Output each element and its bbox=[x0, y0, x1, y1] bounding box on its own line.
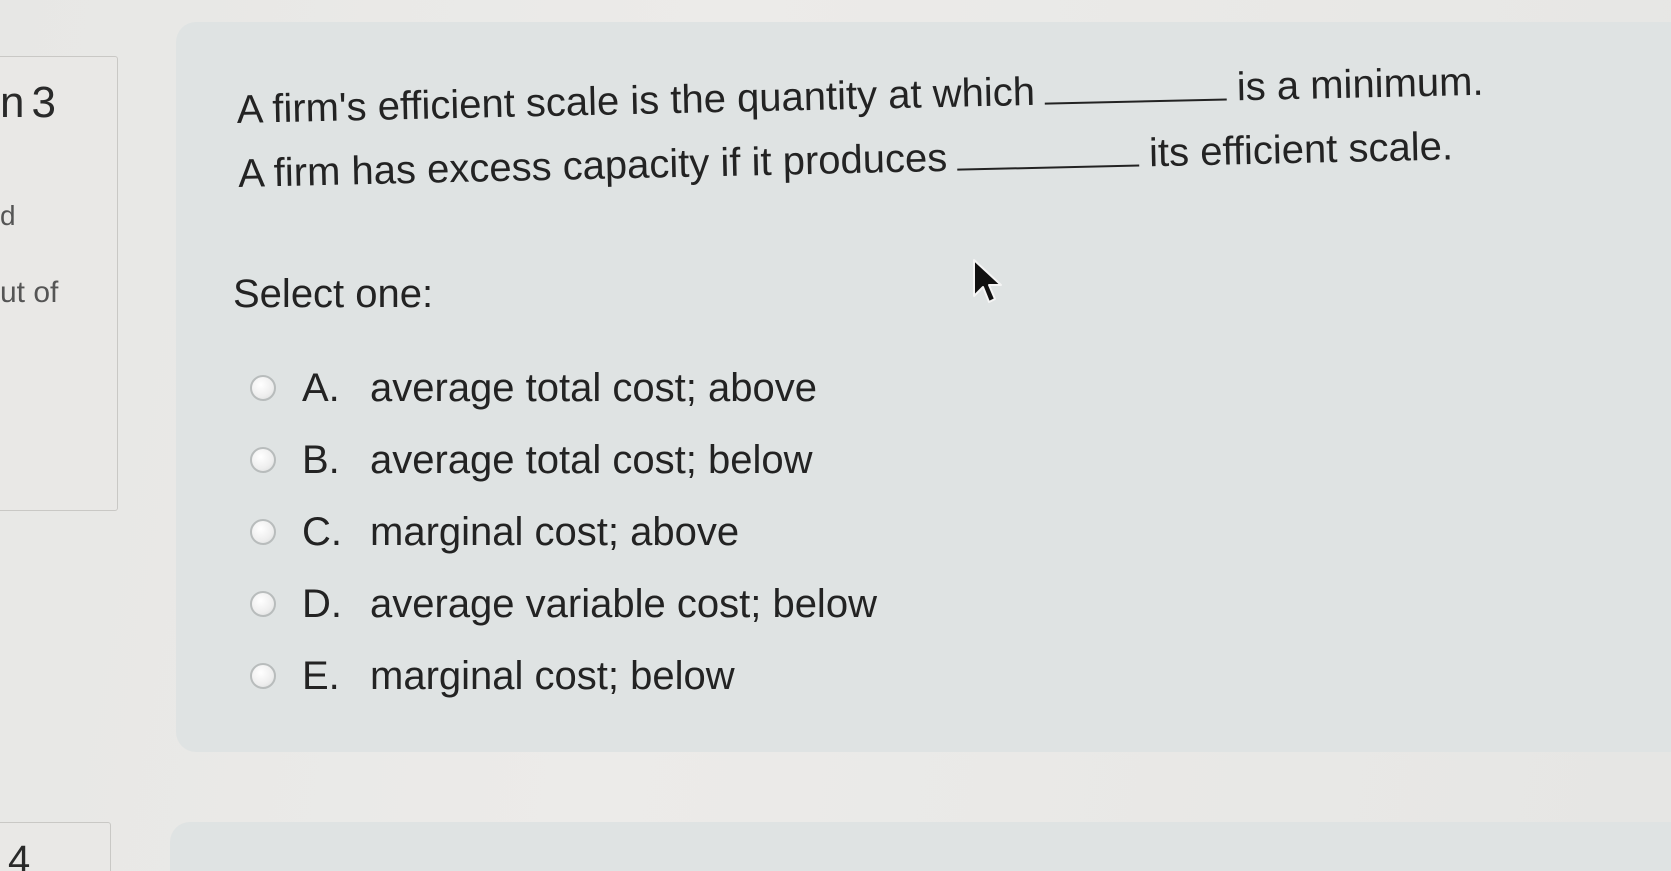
option-letter: C. bbox=[302, 509, 342, 554]
radio-button-c[interactable] bbox=[250, 519, 276, 545]
question-number-fragment: n bbox=[0, 78, 26, 127]
question-line-1-start: A firm's efficient scale is the quantity… bbox=[236, 69, 1036, 132]
mouse-pointer-icon bbox=[973, 259, 1002, 303]
question-line-2-end: its efficient scale. bbox=[1148, 124, 1454, 176]
radio-button-e[interactable] bbox=[250, 663, 276, 689]
option-text[interactable]: marginal cost; below bbox=[370, 654, 735, 699]
option-a[interactable]: A. average total cost; above bbox=[250, 352, 877, 424]
option-text[interactable]: average variable cost; below bbox=[370, 582, 877, 627]
option-e[interactable]: E. marginal cost; below bbox=[250, 640, 877, 712]
blank-1 bbox=[1044, 64, 1228, 105]
question-number: n3 bbox=[0, 78, 57, 128]
option-letter: E. bbox=[302, 653, 340, 698]
radio-button-b[interactable] bbox=[250, 447, 276, 473]
option-letter: D. bbox=[302, 581, 342, 626]
question-status-fragment: d bbox=[0, 200, 16, 231]
question-line-1-end: is a minimum. bbox=[1236, 59, 1484, 110]
option-text[interactable]: average total cost; above bbox=[370, 366, 817, 411]
option-letter: A. bbox=[302, 365, 340, 410]
radio-button-a[interactable] bbox=[250, 375, 276, 401]
next-question-number: 4 bbox=[8, 838, 31, 871]
question-line-2-start: A firm has excess capacity if it produce… bbox=[237, 135, 948, 196]
question-mark-fragment: ut of bbox=[0, 276, 59, 309]
question-number-value: 3 bbox=[31, 78, 57, 127]
select-one-prompt: Select one: bbox=[233, 272, 434, 316]
blank-2 bbox=[956, 130, 1140, 171]
answer-options: A. average total cost; above B. average … bbox=[250, 352, 877, 712]
next-question-content-panel bbox=[170, 822, 1671, 871]
option-b[interactable]: B. average total cost; below bbox=[250, 424, 877, 496]
quiz-page: n3 d ut of 4 A firm's efficient scale is… bbox=[0, 0, 1671, 871]
option-c[interactable]: C. marginal cost; above bbox=[250, 496, 877, 568]
option-text[interactable]: marginal cost; above bbox=[370, 510, 739, 555]
radio-button-d[interactable] bbox=[250, 591, 276, 617]
option-d[interactable]: D. average variable cost; below bbox=[250, 568, 877, 640]
option-letter: B. bbox=[302, 437, 340, 482]
option-text[interactable]: average total cost; below bbox=[370, 438, 812, 483]
